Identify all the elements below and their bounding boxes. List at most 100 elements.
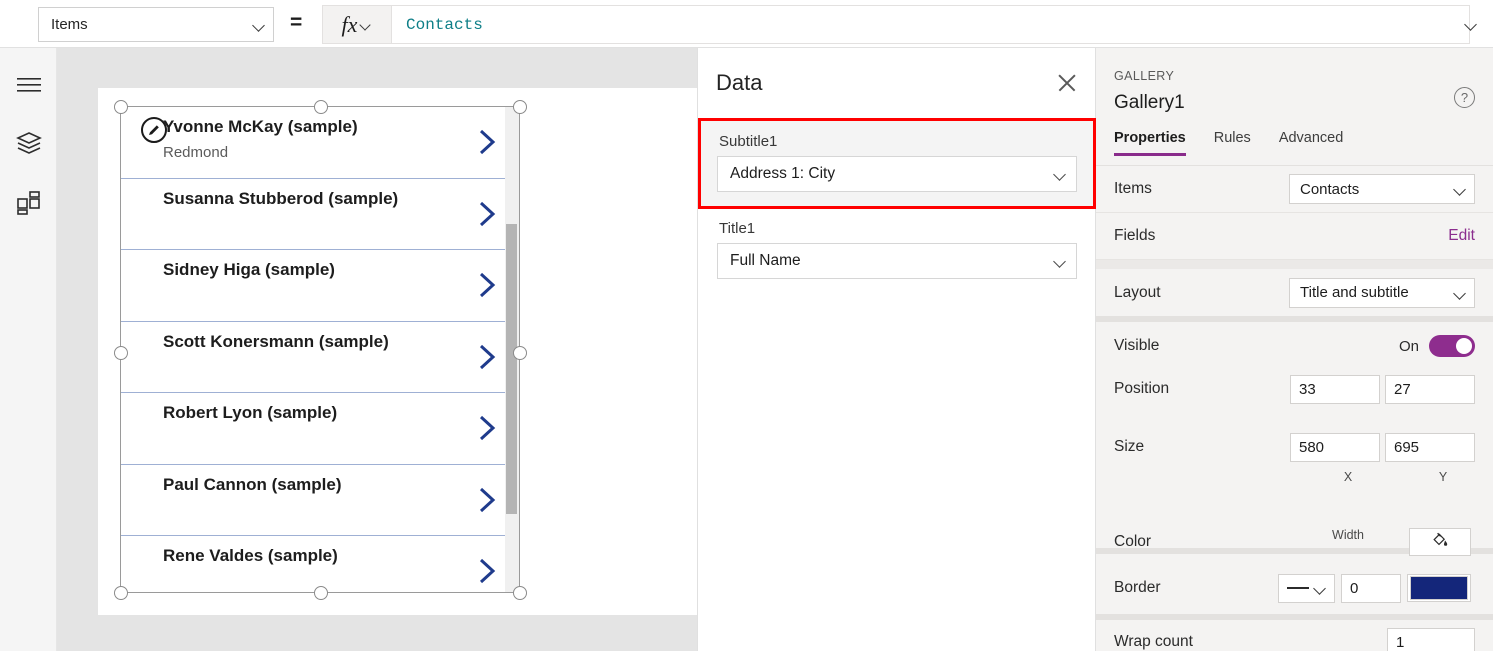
hamburger-menu-icon: [16, 76, 41, 94]
chevron-down-icon: [1054, 255, 1066, 267]
gallery-items-list: Yvonne McKay (sample) Redmond Susanna Stub…: [121, 107, 519, 592]
gallery-control[interactable]: Yvonne McKay (sample) Redmond Susanna Stub…: [114, 100, 527, 600]
gallery-scrollbar-thumb[interactable]: [506, 224, 517, 514]
tab-rules[interactable]: Rules: [1214, 130, 1251, 156]
gallery-item[interactable]: Paul Cannon (sample): [121, 464, 519, 536]
paint-bucket-icon: [1431, 531, 1449, 554]
gallery-item[interactable]: Rene Valdes (sample): [121, 536, 519, 592]
chevron-right-icon[interactable]: [477, 342, 497, 377]
wrap-count-input[interactable]: 1: [1387, 627, 1475, 651]
chevron-right-icon[interactable]: [477, 127, 497, 162]
layout-label: Layout: [1114, 283, 1161, 301]
color-picker-button[interactable]: [1409, 528, 1471, 556]
property-row-size: Size 580 695: [1096, 428, 1493, 466]
chevron-down-icon: [1314, 582, 1326, 594]
properties-tabs: Properties Rules Advanced: [1096, 130, 1493, 166]
size-width-value: 580: [1299, 438, 1325, 456]
gallery-item[interactable]: Sidney Higa (sample): [121, 250, 519, 322]
position-x-caption: X: [1343, 470, 1353, 484]
data-field-value: Address 1: City: [730, 165, 836, 182]
resize-handle-bottom-right[interactable]: [513, 586, 527, 600]
canvas-area: Yvonne McKay (sample) Redmond Susanna Stub…: [57, 48, 697, 651]
position-y-caption: Y: [1438, 470, 1448, 484]
wrap-count-value: 1: [1396, 633, 1405, 651]
resize-handle-middle-left[interactable]: [114, 346, 128, 360]
property-row-layout: Layout Title and subtitle: [1096, 269, 1493, 316]
chevron-right-icon[interactable]: [477, 413, 497, 448]
chevron-down-icon: [360, 19, 372, 31]
size-height-value: 695: [1394, 438, 1420, 456]
items-dropdown[interactable]: Contacts: [1289, 174, 1475, 204]
data-field-label: Title1: [719, 220, 756, 237]
properties-panel-header: GALLERY Gallery1 ?: [1096, 48, 1493, 126]
resize-handle-top-left[interactable]: [114, 100, 128, 114]
size-height-input[interactable]: 695: [1385, 432, 1475, 462]
powerapps-studio: Items = fx Contacts Yvonne McKay (sample…: [0, 0, 1493, 651]
gallery-item[interactable]: Susanna Stubberod (sample): [121, 178, 519, 250]
chevron-down-icon: [1465, 18, 1477, 30]
fx-dropdown-button[interactable]: fx: [322, 5, 392, 44]
position-x-value: 33: [1299, 380, 1316, 398]
position-x-input[interactable]: 33: [1290, 374, 1380, 404]
chevron-down-icon: [1054, 168, 1066, 180]
gallery-item-title: Susanna Stubberod (sample): [163, 188, 399, 208]
resize-handle-bottom-left[interactable]: [114, 586, 128, 600]
close-icon[interactable]: [1056, 72, 1078, 94]
border-thickness-input[interactable]: 0: [1341, 573, 1401, 603]
gallery-item[interactable]: Robert Lyon (sample): [121, 393, 519, 465]
items-value: Contacts: [1300, 180, 1360, 198]
data-field-dropdown[interactable]: Full Name: [717, 243, 1077, 279]
chevron-down-icon: [1454, 287, 1466, 299]
property-row-position: Position 33 27: [1096, 370, 1493, 408]
left-rail: [0, 48, 57, 651]
resize-handle-middle-right[interactable]: [513, 346, 527, 360]
resize-handle-bottom-center[interactable]: [314, 586, 328, 600]
properties-panel: GALLERY Gallery1 ? Properties Rules Adva…: [1096, 48, 1493, 651]
border-label: Border: [1114, 579, 1161, 596]
property-row-items: Items Contacts: [1096, 166, 1493, 213]
items-label: Items: [1114, 180, 1152, 197]
data-field-dropdown[interactable]: Address 1: City: [717, 156, 1077, 192]
formula-bar-expand-button[interactable]: [1465, 17, 1477, 35]
hamburger-menu-button[interactable]: [0, 56, 57, 114]
section-divider: [1096, 260, 1493, 269]
layout-dropdown[interactable]: Title and subtitle: [1289, 277, 1475, 308]
chevron-right-icon[interactable]: [477, 270, 497, 305]
fields-edit-link[interactable]: Edit: [1448, 227, 1475, 245]
data-field-label: Subtitle1: [719, 133, 778, 150]
visible-toggle[interactable]: [1429, 335, 1475, 357]
resize-handle-top-center[interactable]: [314, 100, 328, 114]
gallery-item[interactable]: Scott Konersmann (sample): [121, 321, 519, 393]
border-thickness-value: 0: [1350, 579, 1359, 597]
border-color-button[interactable]: [1407, 574, 1471, 602]
data-field-group: Subtitle1 Address 1: City: [698, 118, 1096, 209]
insert-components-button[interactable]: [0, 174, 57, 232]
tree-view-button[interactable]: [0, 114, 57, 172]
size-width-input[interactable]: 580: [1290, 432, 1380, 462]
property-row-wrap-count: Wrap count 1: [1096, 620, 1493, 651]
tab-properties[interactable]: Properties: [1114, 130, 1186, 156]
help-icon[interactable]: ?: [1454, 87, 1475, 108]
formula-text: Contacts: [406, 15, 483, 34]
control-type-kicker: GALLERY: [1114, 69, 1175, 83]
chevron-down-icon: [253, 19, 265, 31]
property-selector-dropdown[interactable]: Items: [38, 7, 274, 42]
tab-advanced[interactable]: Advanced: [1279, 130, 1344, 156]
border-style-dropdown[interactable]: [1278, 573, 1335, 603]
gallery-item[interactable]: Yvonne McKay (sample) Redmond: [121, 107, 519, 179]
visible-state-label: On: [1398, 337, 1419, 355]
formula-input[interactable]: Contacts: [392, 5, 1470, 44]
chevron-right-icon[interactable]: [477, 556, 497, 591]
toggle-knob: [1456, 338, 1472, 354]
position-label: Position: [1114, 380, 1170, 397]
insert-components-icon: [16, 191, 41, 215]
property-row-border: Border 0: [1096, 566, 1493, 610]
chevron-right-icon[interactable]: [477, 485, 497, 520]
data-field-value: Full Name: [730, 252, 801, 269]
fx-icon: fx: [341, 11, 358, 37]
chevron-right-icon[interactable]: [477, 199, 497, 234]
position-y-input[interactable]: 27: [1385, 374, 1475, 404]
color-label: Color: [1114, 533, 1152, 550]
resize-handle-top-right[interactable]: [513, 100, 527, 114]
data-panel: Data Subtitle1 Address 1: City Title1 Full …: [697, 48, 1096, 651]
